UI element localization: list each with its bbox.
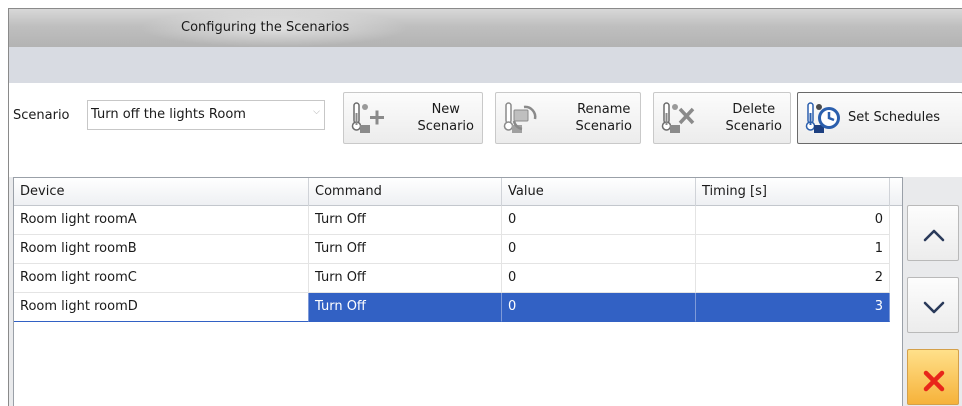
column-header-device[interactable]: Device xyxy=(14,178,309,206)
new-scenario-button[interactable]: New Scenario xyxy=(343,92,483,144)
red-x-icon xyxy=(923,370,945,392)
rename-scenario-button[interactable]: Rename Scenario xyxy=(495,92,641,144)
column-header-timing[interactable]: Timing [s] xyxy=(696,178,890,206)
cell-value[interactable]: 0 xyxy=(502,235,696,264)
new-button-label-line2: Scenario xyxy=(417,119,474,134)
chevron-down-icon xyxy=(923,301,945,314)
set-schedules-label: Set Schedules xyxy=(848,110,940,125)
scenario-config-window: Configuring the Scenarios Scenario Turn … xyxy=(8,8,962,406)
cell-device[interactable]: Room light roomB xyxy=(14,235,309,264)
move-up-button[interactable] xyxy=(907,205,959,261)
cell-device[interactable]: Room light roomA xyxy=(14,206,309,235)
grid-header: Device Command Value Timing [s] xyxy=(14,178,902,206)
set-schedules-button[interactable]: Set Schedules xyxy=(797,92,962,144)
column-header-value[interactable]: Value xyxy=(502,178,696,206)
sub-header-bar xyxy=(9,47,962,83)
window-title: Configuring the Scenarios xyxy=(181,20,350,35)
column-header-command[interactable]: Command xyxy=(309,178,502,206)
scenario-dropdown[interactable]: Turn off the lights Room ⌵ xyxy=(87,100,325,130)
cell-command[interactable]: Turn Off xyxy=(309,206,502,235)
cell-timing[interactable]: 2 xyxy=(696,264,890,293)
rename-button-label-line2: Scenario xyxy=(575,119,632,134)
delete-scenario-button[interactable]: Delete Scenario xyxy=(653,92,791,144)
sensor-rename-icon xyxy=(503,102,537,133)
cell-device[interactable]: Room light roomD xyxy=(14,293,309,322)
chevron-up-icon xyxy=(923,229,945,242)
title-bar: Configuring the Scenarios xyxy=(9,9,962,47)
remove-row-button[interactable] xyxy=(907,349,959,405)
rename-button-label-line1: Rename xyxy=(577,102,631,117)
delete-button-label-line2: Scenario xyxy=(725,119,782,134)
table-row[interactable]: Room light roomC Turn Off 0 2 xyxy=(14,264,902,293)
cell-timing[interactable]: 0 xyxy=(696,206,890,235)
scenario-label: Scenario xyxy=(13,108,70,123)
cell-value[interactable]: 0 xyxy=(502,293,696,322)
table-row[interactable]: Room light roomB Turn Off 0 1 xyxy=(14,235,902,264)
cell-command[interactable]: Turn Off xyxy=(309,235,502,264)
sensor-x-icon xyxy=(661,102,695,133)
table-row[interactable]: Room light roomA Turn Off 0 0 xyxy=(14,206,902,235)
move-down-button[interactable] xyxy=(907,277,959,333)
delete-button-label-line1: Delete xyxy=(732,102,776,117)
scenario-dropdown-value: Turn off the lights Room xyxy=(91,107,246,122)
scenario-toolbar: Scenario Turn off the lights Room ⌵ New … xyxy=(9,83,962,177)
cell-timing[interactable]: 1 xyxy=(696,235,890,264)
cell-command[interactable]: Turn Off xyxy=(309,293,502,322)
cell-value[interactable]: 0 xyxy=(502,264,696,293)
cell-value[interactable]: 0 xyxy=(502,206,696,235)
table-row-selected[interactable]: Room light roomD Turn Off 0 3 xyxy=(14,293,902,322)
new-button-label-line1: New xyxy=(431,102,460,117)
cell-device[interactable]: Room light roomC xyxy=(14,264,309,293)
sensor-plus-icon xyxy=(351,102,384,133)
cell-timing[interactable]: 3 xyxy=(696,293,890,322)
scenario-devices-grid: Device Command Value Timing [s] Room lig… xyxy=(13,177,903,406)
cell-command[interactable]: Turn Off xyxy=(309,264,502,293)
sensor-clock-icon xyxy=(805,102,840,133)
dropdown-arrow-icon[interactable]: ⌵ xyxy=(313,107,320,117)
